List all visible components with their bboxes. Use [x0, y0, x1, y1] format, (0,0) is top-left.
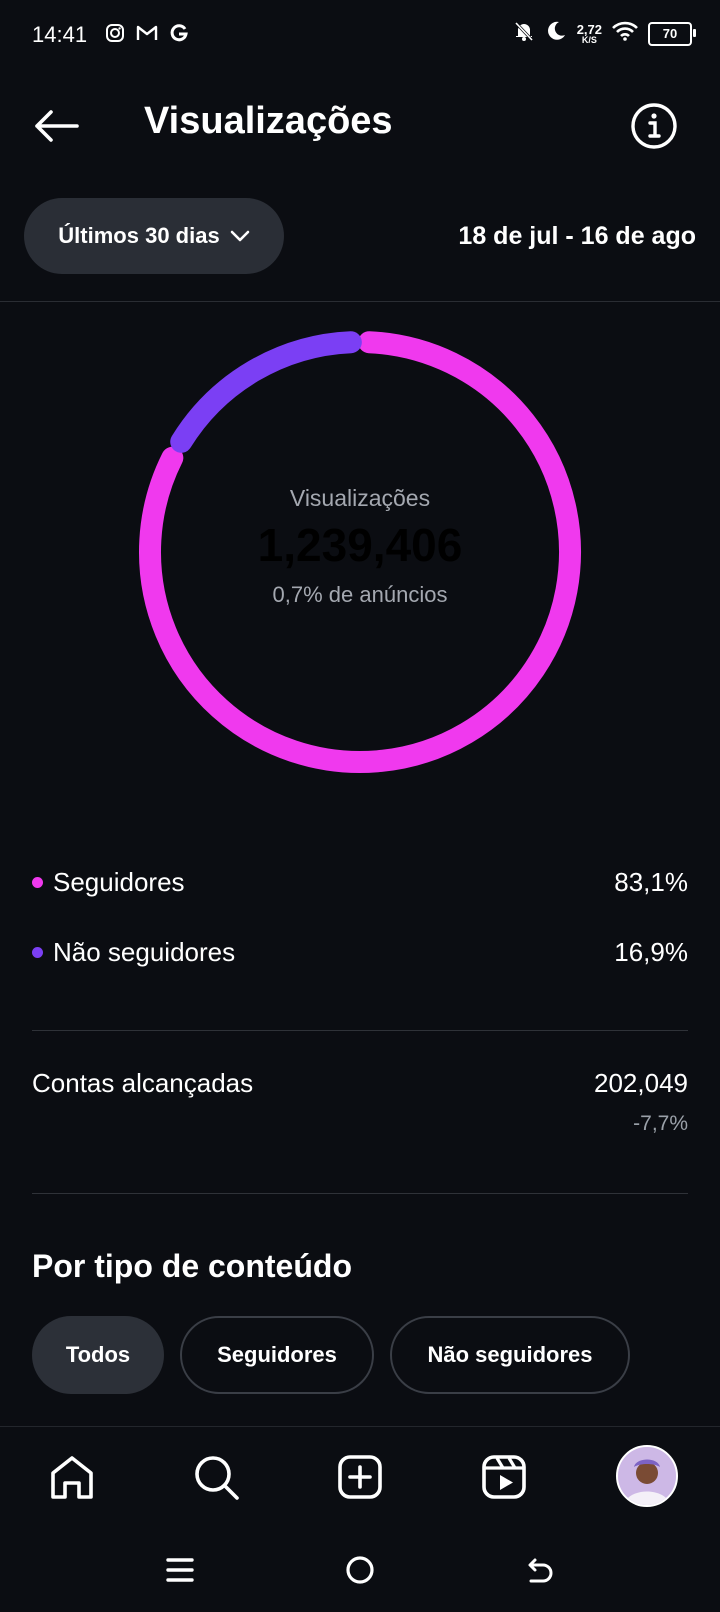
total-views-value: 1,239,406: [257, 518, 463, 571]
divider: [0, 301, 720, 302]
legend-value: 16,9%: [614, 936, 688, 967]
system-status-icons: 2,72 K/S 70: [513, 20, 696, 47]
create-button[interactable]: [332, 1449, 388, 1505]
chip-seguidores[interactable]: Seguidores: [180, 1316, 374, 1394]
donut-center: Visualizações 1,239,406 0,7% de anúncios: [126, 318, 594, 786]
date-range-text: 18 de jul - 16 de ago: [458, 222, 696, 250]
section-title: Por tipo de conteúdo: [32, 1248, 352, 1284]
network-speed: 2,72 K/S: [576, 21, 602, 45]
legend-row-followers: Seguidores 83,1%: [32, 862, 688, 902]
divider: [32, 1030, 688, 1031]
divider: [32, 1193, 688, 1194]
chevron-down-icon: [230, 230, 249, 242]
legend-dot-followers: [32, 876, 43, 888]
home-system-button[interactable]: [338, 1548, 382, 1592]
donut-center-label: Visualizações: [289, 484, 431, 511]
notification-icons: [104, 22, 190, 44]
system-navigation-bar: [0, 1526, 720, 1612]
legend-value: 83,1%: [614, 866, 688, 897]
info-button[interactable]: [630, 102, 678, 150]
create-icon: [338, 1455, 382, 1499]
legend-label: Não seguidores: [53, 936, 236, 967]
reels-icon: [482, 1455, 526, 1499]
home-button[interactable]: [44, 1449, 100, 1505]
legend-row-non-followers: Não seguidores 16,9%: [32, 932, 688, 972]
instagram-icon: [104, 22, 126, 44]
recent-apps-button[interactable]: [158, 1548, 202, 1592]
ads-percentage: 0,7% de anúncios: [272, 581, 448, 607]
legend-dot-non-followers: [32, 946, 43, 958]
legend-label: Seguidores: [53, 866, 185, 897]
date-range-dropdown-label: Últimos 30 dias: [58, 223, 220, 248]
info-icon: [631, 103, 677, 149]
wifi-icon: [612, 21, 638, 46]
home-icon: [51, 1456, 93, 1499]
chip-nao-seguidores[interactable]: Não seguidores: [390, 1316, 630, 1394]
search-icon: [195, 1456, 239, 1500]
back-button[interactable]: [30, 104, 82, 148]
back-icon: [528, 1558, 553, 1583]
status-bar: 14:41 2,72 K/S 70: [0, 0, 720, 72]
battery-icon: 70: [648, 21, 696, 46]
menu-icon: [166, 1558, 194, 1582]
page-title: Visualizações: [144, 100, 393, 142]
moon-icon: [545, 20, 567, 47]
profile-button[interactable]: [616, 1445, 678, 1507]
reels-button[interactable]: [476, 1449, 532, 1505]
bottom-navigation: [0, 1426, 720, 1527]
status-time: 14:41: [32, 22, 88, 47]
accounts-reached-value: 202,049: [594, 1068, 688, 1098]
search-button[interactable]: [188, 1449, 244, 1505]
home-circle-icon: [346, 1556, 374, 1584]
back-system-button[interactable]: [518, 1548, 562, 1592]
profile-avatar: [616, 1445, 678, 1507]
gmail-icon: [136, 22, 158, 44]
accounts-reached-label: Contas alcançadas: [32, 1068, 254, 1098]
arrow-left-icon: [35, 110, 79, 142]
accounts-reached-change: -7,7%: [633, 1112, 688, 1135]
chip-todos[interactable]: Todos: [32, 1316, 164, 1394]
google-icon: [168, 22, 190, 44]
date-range-dropdown[interactable]: Últimos 30 dias: [24, 198, 284, 274]
bell-muted-icon: [513, 20, 535, 47]
